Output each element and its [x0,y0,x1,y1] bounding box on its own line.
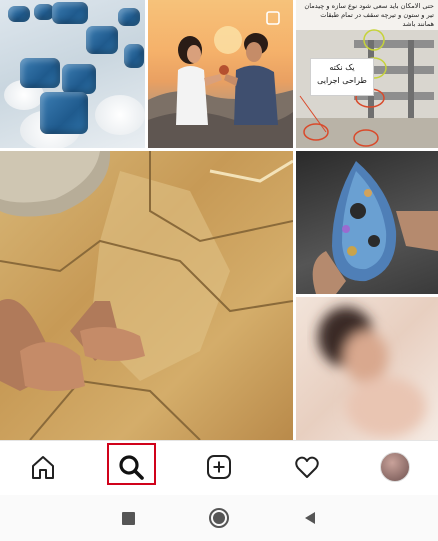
post-text-line: حتی الامکان باید سعی شود نوع سازه و چیدم… [304,2,434,10]
post-text-line: همانند باشد [402,20,434,28]
system-home-button[interactable] [208,507,230,529]
tile-couple-sunset[interactable] [148,0,293,148]
post-card-subtitle: طراحی اجرایی [317,76,367,85]
activity-button[interactable] [285,447,329,487]
salt-lump [95,95,145,135]
crystal [62,64,96,94]
crystal [34,4,54,20]
tile-construction-post[interactable]: حتی الامکان باید سعی شود نوع سازه و چیدم… [296,0,438,148]
post-card-title: یک نکته [329,63,355,72]
tile-opal-gemstone[interactable] [296,151,438,294]
opal-illustration [312,161,438,294]
new-post-button[interactable] [197,447,241,487]
crystal [8,6,30,22]
system-navigation-bar [0,495,438,541]
post-label-card: یک نکته طراحی اجرایی [310,58,374,96]
crystal [40,92,88,134]
home-button[interactable] [21,447,65,487]
tile-blurred-portrait[interactable] [296,297,438,440]
post-text-line: تیر و ستون و تیرچه سقف در تمام طبقات [320,11,434,19]
back-triangle-icon [305,512,315,524]
home-circle-icon [209,508,229,528]
blurred-portrait-illustration [318,307,426,437]
profile-button[interactable] [373,447,417,487]
post-text: حتی الامکان باید سعی شود نوع سازه و چیدم… [300,2,434,29]
heart-icon [295,456,319,478]
system-back-button[interactable] [299,507,321,529]
search-highlight-box [107,443,156,485]
recents-button[interactable] [117,507,139,529]
crystal [124,44,144,68]
crystal [52,2,88,24]
recents-square-icon [121,511,135,525]
tile-blue-crystals[interactable] [0,0,145,148]
tile-hands-on-rock[interactable] [0,151,293,440]
couple-illustration [148,11,293,148]
crystal [118,8,140,26]
explore-grid: حتی الامکان باید سعی شود نوع سازه و چیدم… [0,0,438,440]
bottom-navigation [0,440,438,493]
profile-avatar [380,452,410,482]
home-icon [32,456,54,479]
crystal [86,26,118,54]
add-post-icon [207,455,231,479]
hands-rock-illustration [0,151,293,440]
crystal [20,58,60,88]
